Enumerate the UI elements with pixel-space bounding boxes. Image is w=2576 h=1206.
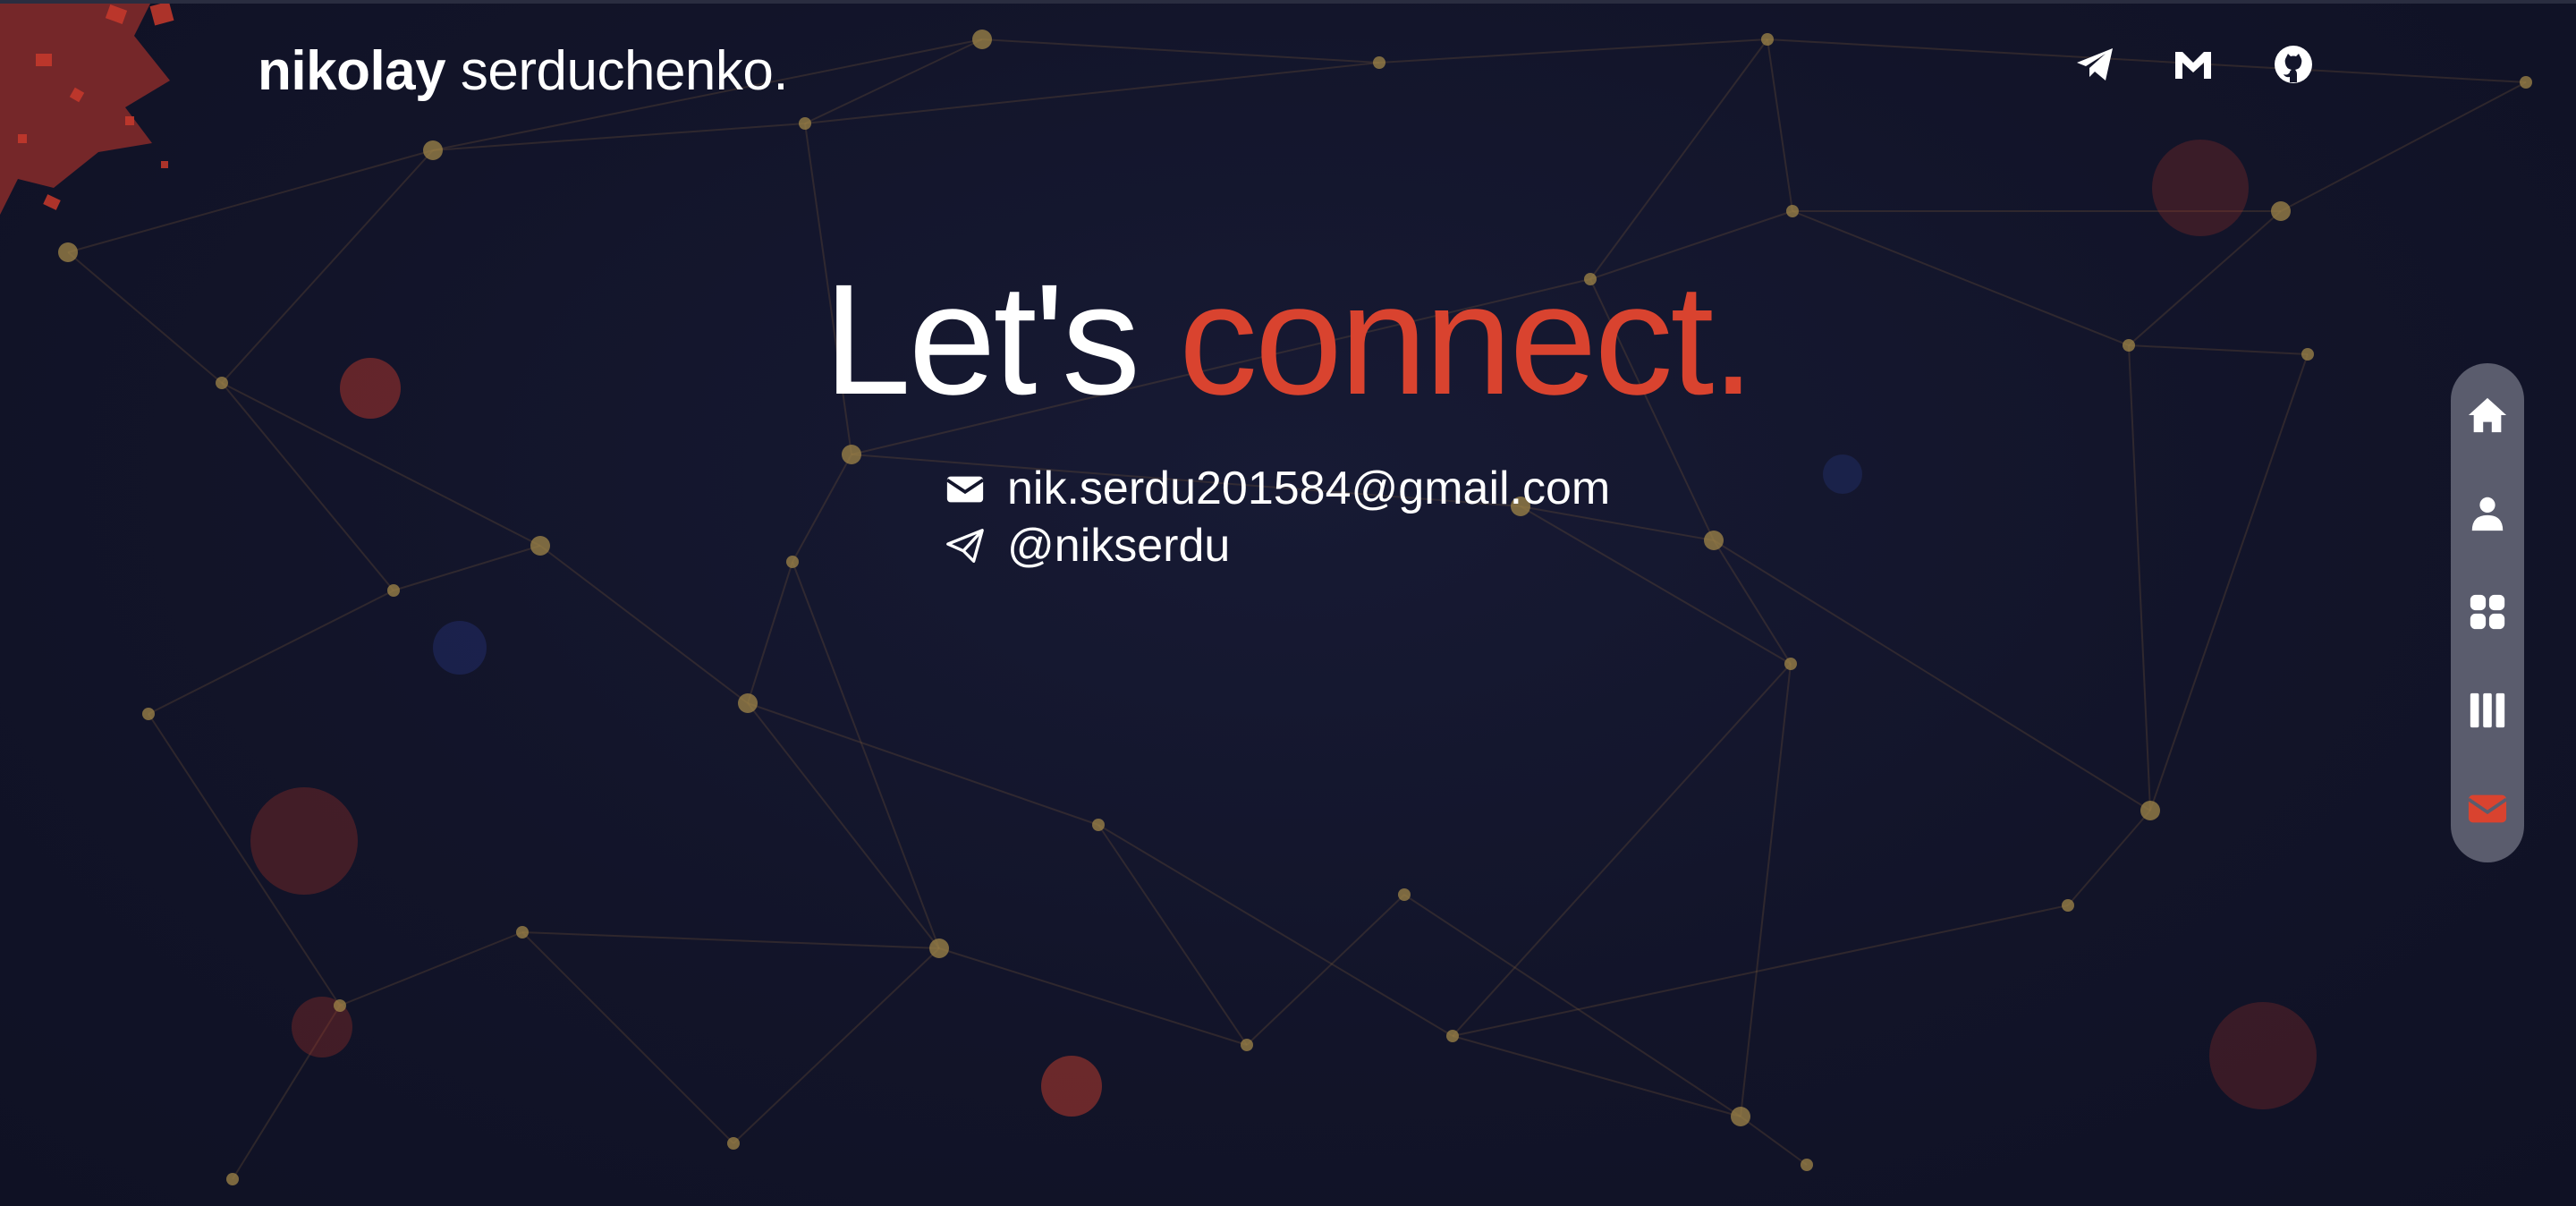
telegram-contact[interactable]: @nikserdu [943, 519, 1230, 573]
telegram-icon [2077, 48, 2113, 81]
page-title: Let's connect. [0, 261, 2576, 419]
nav-experience[interactable] [2461, 684, 2514, 737]
site-logo[interactable]: nikolay serduchenko. [258, 39, 789, 103]
email-contact[interactable]: nik.serdu201584@gmail.com [943, 462, 1610, 515]
gmail-icon [2175, 52, 2211, 79]
grid-icon [2470, 594, 2505, 630]
github-icon [2275, 46, 2312, 83]
title-accent: connect. [1178, 252, 1755, 428]
title-start: Let's [823, 252, 1140, 428]
home-icon [2468, 397, 2507, 433]
envelope-icon [2467, 794, 2508, 823]
envelope-icon [943, 466, 987, 511]
splash-decoration [0, 0, 174, 215]
telegram-handle[interactable]: @nikserdu [1007, 519, 1230, 573]
top-border [0, 0, 2576, 4]
nav-about[interactable] [2461, 487, 2514, 540]
network-background [0, 0, 2532, 1185]
email-address[interactable]: nik.serdu201584@gmail.com [1007, 462, 1610, 515]
logo-first-name: nikolay [258, 40, 446, 102]
page: nikolay serduchenko. Let's connect. nik.… [0, 0, 2576, 1206]
nav-contact[interactable] [2461, 782, 2514, 836]
telegram-link[interactable] [2070, 39, 2120, 89]
github-link[interactable] [2268, 39, 2318, 89]
paper-plane-icon [943, 523, 987, 568]
columns-icon [2470, 692, 2505, 728]
logo-last-name: serduchenko. [460, 40, 789, 102]
nav-home[interactable] [2461, 388, 2514, 442]
side-navigation [2451, 363, 2524, 862]
user-icon [2471, 497, 2504, 531]
nav-portfolio[interactable] [2461, 585, 2514, 639]
gmail-link[interactable] [2168, 39, 2218, 89]
